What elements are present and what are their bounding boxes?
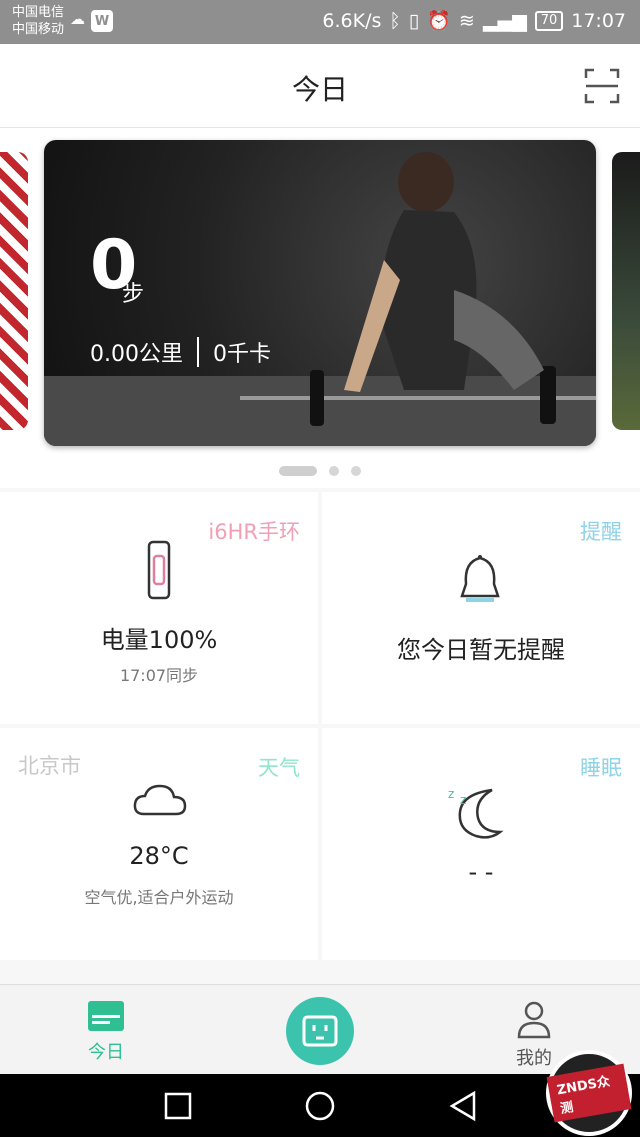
svg-text:z: z [448,787,454,801]
home-icon[interactable] [304,1090,336,1122]
carrier-1: 中国电信 [12,5,65,20]
nav-mine[interactable]: 我的 [508,999,560,1070]
band-battery: 电量100% [100,626,218,654]
band-sync-time: 17:07同步 [119,666,199,685]
banner-carousel[interactable]: 0 步 0.00公里 0千卡 [0,128,640,488]
distance-row: 0.00公里 0千卡 [90,336,271,368]
calories-value: 0千卡 [213,342,271,367]
steps-unit: 步 [122,282,145,307]
profile-icon [517,1001,551,1039]
page-title: 今日 [291,73,348,106]
back-icon[interactable] [448,1090,478,1122]
svg-text:z: z [460,793,466,807]
reminder-text: 您今日暂无提醒 [397,636,565,664]
cloud-icon: ☁ [70,10,85,28]
status-bar: 中国电信 中国移动 ☁ W 6.6K/s ᛒ ▯ ⏰ ≋ ▂▄▆ 70 17:0… [0,0,640,44]
network-speed: 6.6K/s [322,9,382,32]
nav-today[interactable]: 今日 [80,999,132,1064]
indicator-dot [329,466,339,476]
next-card[interactable] [612,152,640,430]
dashboard-grid: i6HR手环 电量100% 17:07同步 提醒 您今日暂无提醒 北京市 天气 … [0,492,640,984]
prev-card[interactable] [0,152,28,430]
city-name: 北京市 [18,754,81,778]
carrier-2: 中国移动 [12,22,65,37]
card-icon [88,1001,124,1031]
recent-apps-icon[interactable] [164,1092,192,1120]
watermark-text: ZNDS众测 [546,1063,632,1123]
reminder-tag: 提醒 [580,520,622,544]
band-tag: i6HR手环 [208,520,300,544]
moon-icon: z z [448,787,504,839]
vibrate-icon: ▯ [408,9,420,32]
scan-icon[interactable] [584,68,620,104]
status-right: 6.6K/s ᛒ ▯ ⏰ ≋ ▂▄▆ 70 17:07 [322,9,626,33]
bell-icon [460,555,500,602]
sleep-value: - - [468,858,494,886]
indicator-dot [351,466,361,476]
center-action-button[interactable] [286,997,354,1065]
bluetooth-icon: ᛒ [389,9,401,32]
status-left-icons: ☁ W [70,10,113,32]
system-nav-bar [0,1074,640,1137]
temperature: 28°C [129,842,189,870]
indicator-dot-active [279,466,317,476]
sleep-tile[interactable]: 睡眠 z z - - [322,728,640,960]
distance-value: 0.00公里 [90,342,183,367]
activity-card[interactable]: 0 步 0.00公里 0千卡 [44,140,596,446]
carousel-indicator [0,466,640,476]
carrier-info: 中国电信 中国移动 [12,4,64,38]
nav-mine-label: 我的 [516,1048,552,1069]
battery-icon: 70 [534,10,564,31]
band-tile[interactable]: i6HR手环 电量100% 17:07同步 [0,492,318,724]
app-header: 今日 [0,44,640,128]
signal-icon: ▂▄▆ [482,9,527,32]
cloud-icon [133,784,187,816]
weather-tag: 天气 [258,756,300,780]
divider [197,337,199,367]
sleep-tag: 睡眠 [580,756,622,780]
reminder-tile[interactable]: 提醒 您今日暂无提醒 [322,492,640,724]
nav-today-label: 今日 [88,1042,124,1063]
face-icon [302,1015,338,1047]
znds-watermark-logo: ZNDS众测 [546,1050,632,1136]
w-badge-icon: W [91,10,113,32]
alarm-icon: ⏰ [427,10,451,32]
weather-tile[interactable]: 北京市 天气 28°C 空气优,适合户外运动 [0,728,318,960]
weather-desc: 空气优,适合户外运动 [84,888,234,907]
wifi-icon: ≋ [458,9,475,32]
bottom-nav: 今日 我的 [0,984,640,1074]
clock: 17:07 [571,9,626,32]
band-icon [147,540,171,600]
